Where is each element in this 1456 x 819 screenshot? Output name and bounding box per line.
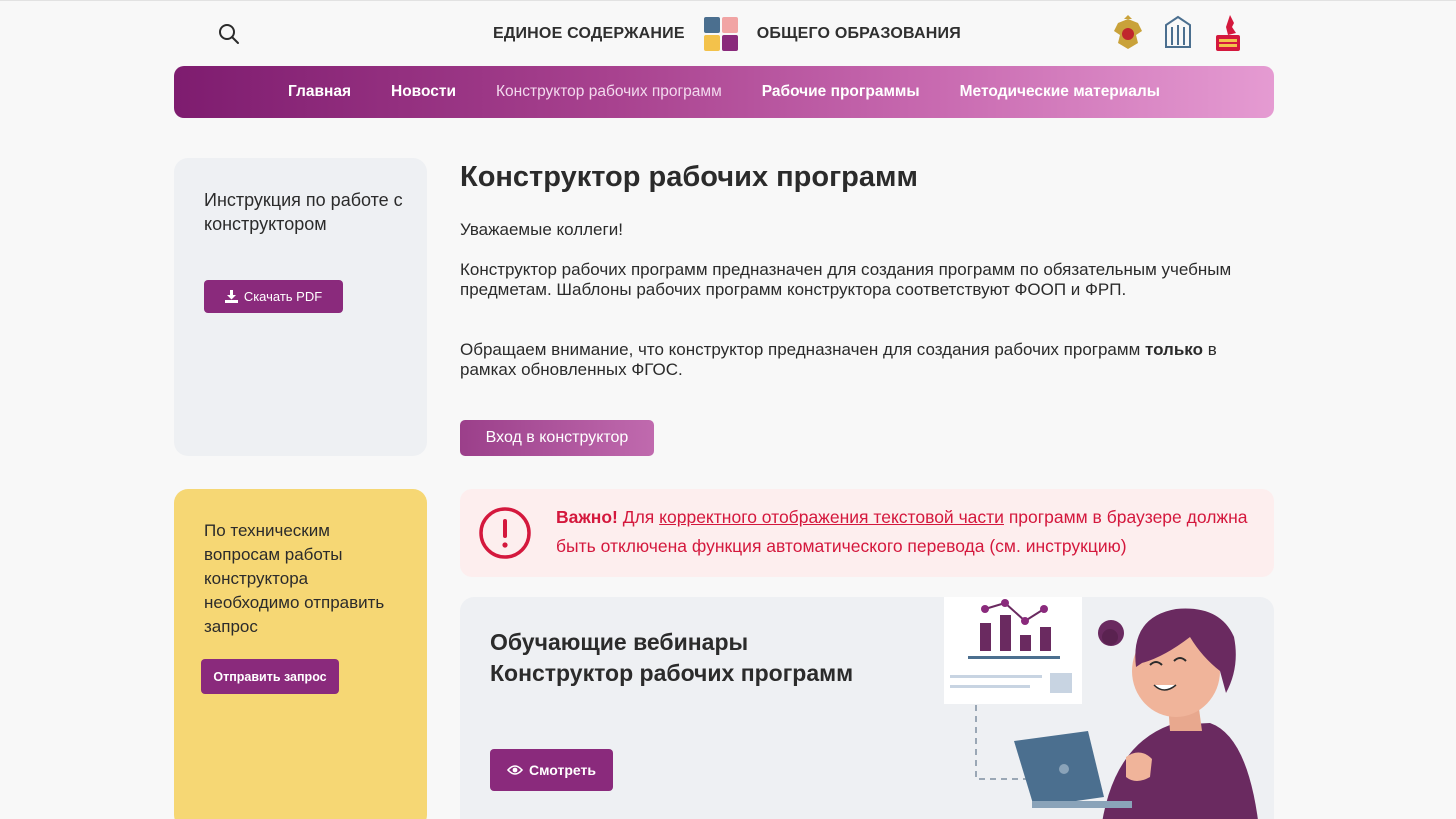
enter-constructor-button[interactable]: Вход в конструктор: [460, 420, 654, 456]
send-request-button[interactable]: Отправить запрос: [201, 659, 339, 694]
important-alert: Важно! Для корректного отображения текст…: [460, 489, 1274, 577]
download-icon: [224, 290, 238, 303]
nav-item-news[interactable]: Новости: [391, 83, 456, 101]
nav-item-work-programs[interactable]: Рабочие программы: [762, 83, 920, 101]
greeting-text: Уважаемые коллеги!: [460, 220, 623, 239]
brand-text-left: ЕДИНОЕ СОДЕРЖАНИЕ: [493, 25, 685, 42]
watch-button-label: Смотреть: [529, 762, 596, 778]
alert-text: Важно! Для корректного отображения текст…: [556, 503, 1266, 561]
person-with-laptop-illustration: [944, 597, 1258, 819]
main-navigation: Главная Новости Конструктор рабочих прог…: [174, 66, 1274, 118]
exclamation-circle-icon: [479, 507, 531, 559]
support-text: По техническим вопросам работы конструкт…: [204, 521, 385, 636]
nav-item-constructor[interactable]: Конструктор рабочих программ: [496, 83, 722, 101]
instruction-card: Инструкция по работе с конструктором Ска…: [174, 158, 427, 456]
partner-emblems: [1110, 13, 1246, 53]
nav-item-home[interactable]: Главная: [288, 83, 351, 101]
site-header: ЕДИНОЕ СОДЕРЖАНИЕ ОБЩЕГО ОБРАЗОВАНИЯ: [0, 1, 1456, 65]
webinar-title-line1: Обучающие вебинары: [490, 629, 749, 655]
alert-important-label: Важно!: [556, 507, 618, 527]
institute-building-emblem-icon[interactable]: [1160, 13, 1196, 53]
ministry-eagle-emblem-icon[interactable]: [1110, 13, 1146, 53]
instruction-text: Инструкция по работе с конструктором: [204, 190, 403, 234]
brand-text-right: ОБЩЕГО ОБРАЗОВАНИЯ: [756, 25, 961, 42]
search-icon[interactable]: [216, 21, 242, 47]
webinar-banner: Обучающие вебинары Конструктор рабочих п…: [460, 597, 1274, 819]
nav-item-methodical-materials[interactable]: Методические материалы: [960, 83, 1160, 101]
notice-paragraph: Обращаем внимание, что конструктор предн…: [460, 340, 1270, 380]
webinar-title-line2: Конструктор рабочих программ: [490, 660, 854, 686]
download-pdf-button[interactable]: Скачать PDF: [204, 280, 343, 313]
brand-logo-icon: [703, 17, 738, 51]
alert-text-before-link: Для: [617, 507, 660, 527]
eye-icon: [507, 765, 524, 775]
description-paragraph: Конструктор рабочих программ предназначе…: [460, 260, 1232, 299]
alert-link[interactable]: корректного отображения текстовой части: [659, 507, 1004, 527]
support-card: По техническим вопросам работы конструкт…: [174, 489, 427, 819]
victory-anniversary-emblem-icon[interactable]: [1210, 13, 1246, 53]
page-title: Конструктор рабочих программ: [460, 161, 918, 193]
watch-button[interactable]: Смотреть: [490, 749, 613, 791]
download-pdf-label: Скачать PDF: [243, 289, 323, 304]
site-brand[interactable]: ЕДИНОЕ СОДЕРЖАНИЕ ОБЩЕГО ОБРАЗОВАНИЯ: [493, 17, 961, 51]
notice-text-start: Обращаем внимание, что конструктор предн…: [460, 340, 1145, 359]
webinar-title: Обучающие вебинары Конструктор рабочих п…: [490, 627, 853, 689]
notice-text-bold: только: [1144, 340, 1203, 359]
